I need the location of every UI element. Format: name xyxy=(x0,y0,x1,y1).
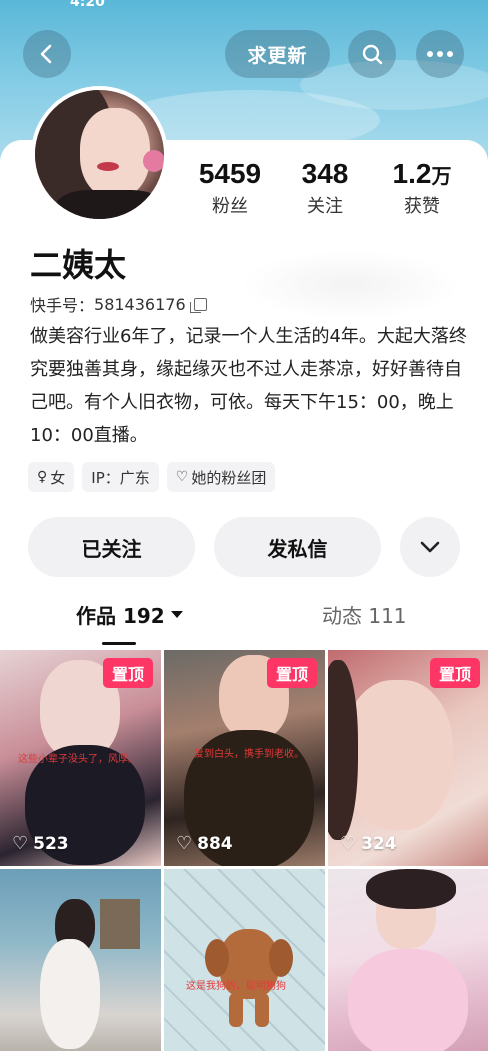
stat-following[interactable]: 348 关注 xyxy=(292,158,358,218)
more-button[interactable] xyxy=(416,30,464,78)
tag-ip-location: IP：广东 xyxy=(82,462,159,492)
kuaishou-id-value: 581436176 xyxy=(94,294,186,314)
chevron-down-icon xyxy=(420,541,440,553)
profile-name: 二姨太 xyxy=(30,246,127,284)
caret-down-icon xyxy=(170,611,183,618)
work-tile[interactable]: 这是我狗的，聪明狗狗 xyxy=(164,869,325,1051)
tile-caption: 这些小辈子没头了，风厚。 xyxy=(18,754,138,765)
like-count: ♡ 523 xyxy=(12,833,69,854)
tile-caption: 爱到白头，携手到老收。 xyxy=(194,749,304,760)
like-count: ♡ 324 xyxy=(340,833,397,854)
content-tabs: 作品 192 动态 111 xyxy=(0,600,488,645)
stat-label: 关注 xyxy=(307,196,343,217)
pinned-badge: 置顶 xyxy=(266,658,317,688)
work-tile[interactable] xyxy=(0,869,161,1051)
tab-label: 作品 192 xyxy=(76,604,165,628)
tag-text: 女 xyxy=(50,468,66,487)
search-icon xyxy=(362,44,383,65)
blurred-area xyxy=(240,250,460,320)
followed-button[interactable]: 已关注 xyxy=(28,517,195,577)
status-time: 4:20 xyxy=(70,0,105,10)
more-dots-icon xyxy=(427,51,453,57)
tab-label: 动态 111 xyxy=(322,604,407,628)
tile-figure xyxy=(328,660,358,840)
heart-icon: ♡ xyxy=(12,833,29,854)
tile-figure xyxy=(366,869,456,909)
pinned-badge: 置顶 xyxy=(429,658,480,688)
search-button[interactable] xyxy=(348,30,396,78)
copy-icon[interactable] xyxy=(189,297,207,313)
tag-fan-group[interactable]: ♡ 她的粉丝团 xyxy=(166,462,276,492)
stat-value: 5459 xyxy=(198,158,262,189)
like-count-value: 523 xyxy=(33,833,69,854)
stat-unit: 万 xyxy=(431,166,452,188)
stat-followers[interactable]: 5459 粉丝 xyxy=(192,158,268,218)
back-button[interactable] xyxy=(23,30,71,78)
wall-picture xyxy=(100,899,140,949)
stat-likes[interactable]: 1.2万 获赞 xyxy=(382,158,462,218)
tag-text: IP：广东 xyxy=(91,468,150,487)
work-tile[interactable]: 置顶 ♡ 324 xyxy=(328,650,488,866)
work-tile[interactable] xyxy=(328,869,488,1051)
stat-label: 获赞 xyxy=(404,196,440,217)
tile-caption: 这是我狗的，聪明狗狗 xyxy=(186,981,286,992)
stat-value: 348 xyxy=(301,158,349,189)
tab-works[interactable]: 作品 192 xyxy=(76,600,183,629)
fan-group-icon: ♡ xyxy=(175,469,189,485)
tile-figure xyxy=(40,939,100,1049)
active-tab-indicator xyxy=(102,642,136,645)
pinned-badge: 置顶 xyxy=(102,658,153,688)
works-grid: 这些小辈子没头了，风厚。 置顶 ♡ 523 爱到白头，携手到老收。 置顶 ♡ 8… xyxy=(0,650,488,1051)
female-icon: ♀ xyxy=(37,469,48,485)
like-count: ♡ 884 xyxy=(176,833,233,854)
like-count-value: 884 xyxy=(197,833,233,854)
tile-figure xyxy=(343,680,453,830)
request-update-button[interactable]: 求更新 xyxy=(225,30,330,78)
profile-tags: ♀ 女 IP：广东 ♡ 她的粉丝团 xyxy=(28,462,276,492)
like-count-value: 324 xyxy=(361,833,397,854)
status-bar: 4:20 xyxy=(0,0,488,14)
profile-bio: 做美容行业6年了，记录一个人生活的4年。大起大落终究要独善其身，缘起缘灭也不过人… xyxy=(30,326,467,446)
work-tile[interactable]: 爱到白头，携手到老收。 置顶 ♡ 884 xyxy=(164,650,325,866)
heart-icon: ♡ xyxy=(340,833,357,854)
tile-figure xyxy=(348,949,468,1051)
heart-icon: ♡ xyxy=(176,833,193,854)
tag-gender: ♀ 女 xyxy=(28,462,75,492)
stat-label: 粉丝 xyxy=(212,196,248,217)
tag-text: 她的粉丝团 xyxy=(191,468,267,487)
tab-dynamics[interactable]: 动态 111 xyxy=(322,600,407,629)
kuaishou-id-label: 快手号： xyxy=(30,296,95,315)
avatar[interactable] xyxy=(31,86,168,223)
stat-value: 1.2 xyxy=(392,158,432,189)
chevron-left-icon xyxy=(40,44,52,64)
kuaishou-id: 快手号： 581436176 xyxy=(30,292,207,316)
work-tile[interactable]: 这些小辈子没头了，风厚。 置顶 ♡ 523 xyxy=(0,650,161,866)
send-message-button[interactable]: 发私信 xyxy=(214,517,381,577)
expand-button[interactable] xyxy=(400,517,460,577)
